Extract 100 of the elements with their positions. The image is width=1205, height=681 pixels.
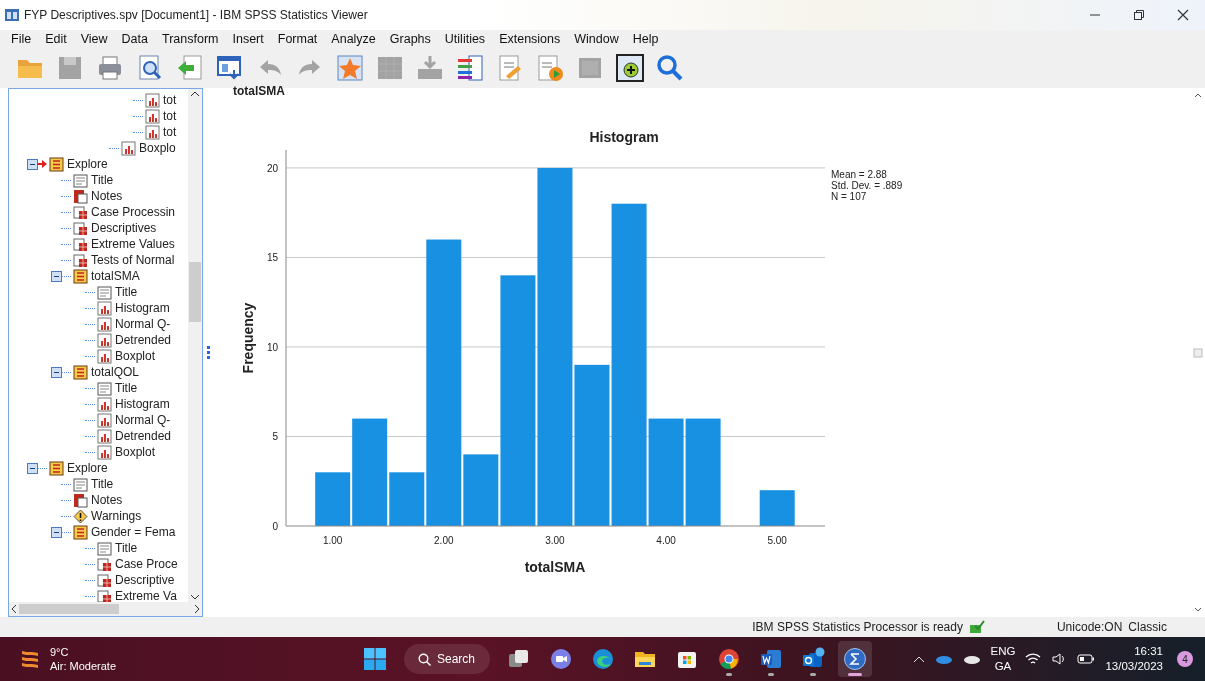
close-icon <box>1177 9 1189 21</box>
tree-item[interactable]: tot <box>163 109 177 123</box>
bar-chart-icon <box>97 348 112 364</box>
tree-item[interactable]: Title <box>115 541 138 555</box>
bar-chart-icon <box>97 332 112 348</box>
tick-label: 3.00 <box>545 535 565 546</box>
bar-chart-icon <box>97 428 112 444</box>
tree-item[interactable]: Detrended <box>115 333 172 347</box>
tree-item[interactable]: Title <box>91 477 114 491</box>
collapse-toggle[interactable] <box>51 271 62 282</box>
bar-chart-icon <box>145 124 160 140</box>
collapse-toggle[interactable] <box>27 463 38 474</box>
tree-item[interactable]: Normal Q- <box>115 317 171 331</box>
tree-item[interactable]: Histogram <box>115 301 170 315</box>
menu-item[interactable]: Data <box>114 32 155 46</box>
menu-item[interactable]: Graphs <box>382 32 438 46</box>
bar-chart-icon <box>97 316 112 332</box>
menu-item[interactable]: Help <box>625 32 666 46</box>
tree-item[interactable]: Gender = Fema <box>91 525 176 539</box>
tree-item[interactable]: Histogram <box>115 397 170 411</box>
taskbar-app[interactable] <box>838 641 872 677</box>
tick-label: 0 <box>272 521 278 532</box>
minus-icon <box>29 161 36 168</box>
air-quality: Air: Moderate <box>50 659 117 673</box>
table-icon <box>73 252 88 268</box>
notification-badge[interactable]: 4 <box>1177 651 1193 667</box>
tree-item[interactable]: Descriptives <box>91 221 157 235</box>
search-field[interactable]: Search <box>404 644 490 674</box>
tree-item[interactable]: Explore <box>67 461 108 475</box>
tree-item[interactable]: Boxplot <box>115 349 156 363</box>
tree-item[interactable]: Extreme Values <box>91 237 175 251</box>
menu-item[interactable]: Format <box>270 32 325 46</box>
minus-icon <box>53 273 60 280</box>
table-icon <box>376 54 404 82</box>
scroll-right-icon <box>192 604 202 614</box>
printer-icon <box>96 54 124 82</box>
tree-item[interactable]: Descriptive <box>115 573 175 587</box>
browser-icon <box>717 647 741 671</box>
chart-title: Histogram <box>589 129 659 145</box>
language-indicator: GA <box>994 659 1012 674</box>
tree-item[interactable]: Title <box>115 285 138 299</box>
chart-annotation: N = 107 <box>831 191 867 202</box>
menu-item[interactable]: Analyze <box>324 32 383 46</box>
bar-chart-icon <box>145 108 160 124</box>
output-book-icon <box>49 460 64 476</box>
output-book-icon <box>73 524 88 540</box>
menu-item[interactable]: View <box>73 32 115 46</box>
menu-item[interactable]: Transform <box>155 32 226 46</box>
output-book-icon <box>73 268 88 284</box>
tree-item[interactable]: Notes <box>91 493 123 507</box>
tree-item[interactable]: Boxplot <box>115 445 156 459</box>
tree-item[interactable]: Tests of Normal <box>91 253 175 267</box>
toolbar-button[interactable] <box>614 52 646 84</box>
menu-item[interactable]: Window <box>567 32 626 46</box>
search-label: Search <box>437 652 476 666</box>
menu-item[interactable]: Extensions <box>492 32 568 46</box>
tree-item[interactable]: Title <box>91 173 114 187</box>
title-page-icon <box>97 380 112 396</box>
cloud-icon <box>934 654 953 664</box>
tree-item[interactable]: Normal Q- <box>115 413 171 427</box>
tree-item[interactable]: Case Processin <box>91 205 176 219</box>
scroll-down-icon <box>190 592 200 602</box>
tree-item[interactable]: Notes <box>91 189 123 203</box>
title-page-icon <box>73 476 88 492</box>
tree-item[interactable]: tot <box>163 93 177 107</box>
tree-item[interactable]: tot <box>163 125 177 139</box>
tick-label: 10 <box>266 341 278 353</box>
tree-item[interactable]: totalQOL <box>91 365 140 379</box>
menu-item[interactable]: Insert <box>225 32 271 46</box>
status-message: IBM SPSS Statistics Processor is ready <box>752 620 963 634</box>
output-heading: totalSMA <box>233 84 286 98</box>
scroll-left-icon <box>9 604 19 614</box>
tree-item[interactable]: Case Proce <box>115 557 178 571</box>
collapse-toggle[interactable] <box>51 527 62 538</box>
scroll-thumb[interactable] <box>19 604 119 614</box>
tree-item[interactable]: Explore <box>67 157 108 171</box>
menu-item[interactable]: File <box>4 32 39 46</box>
menu-item[interactable]: Edit <box>38 32 74 46</box>
scroll-thumb[interactable] <box>189 262 201 322</box>
title-page-icon <box>97 284 112 300</box>
variable-list-icon <box>456 54 484 82</box>
app-icon <box>4 7 20 23</box>
menu-item[interactable]: Utilities <box>437 32 493 46</box>
tree-item[interactable]: Boxplo <box>139 141 176 155</box>
document-arrow-icon <box>176 54 204 82</box>
tree-item[interactable]: Extreme Va <box>115 589 177 602</box>
document-app-icon <box>759 647 783 671</box>
minus-icon <box>53 369 60 376</box>
tree-item[interactable]: totalSMA <box>91 269 140 283</box>
tree-item[interactable]: Detrended <box>115 429 172 443</box>
tree-item[interactable]: Title <box>115 381 138 395</box>
tree-item[interactable]: Warnings <box>91 509 142 523</box>
windows-logo-icon <box>363 647 387 671</box>
collapse-toggle[interactable] <box>27 159 38 170</box>
table-icon <box>73 204 88 220</box>
document-pencil-icon <box>496 54 524 82</box>
collapse-toggle[interactable] <box>51 367 62 378</box>
video-chat-icon <box>549 647 573 671</box>
bar-chart-icon <box>97 412 112 428</box>
restore-icon <box>1134 10 1144 20</box>
